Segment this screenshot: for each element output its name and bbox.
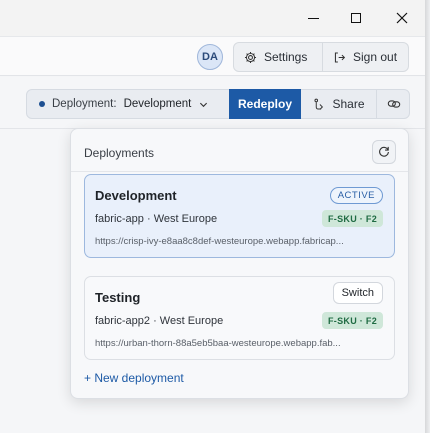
sign-out-icon xyxy=(334,52,346,62)
status-badge: ACTIVE xyxy=(329,187,383,204)
deployment-card-development[interactable]: Development ACTIVE fabric-app · West Eur… xyxy=(84,174,395,258)
deployment-url[interactable]: https://crisp-ivy-e8aa8c8def-westeurope.… xyxy=(95,236,385,247)
window-edge xyxy=(425,0,430,433)
settings-label: Settings xyxy=(264,50,308,64)
sku-badge: F-SKU · F2 xyxy=(322,312,383,329)
close-button[interactable] xyxy=(379,0,425,36)
sku-badge: F-SKU · F2 xyxy=(322,210,383,227)
panel-divider xyxy=(71,171,408,172)
refresh-button[interactable] xyxy=(372,140,396,164)
panel-title: Deployments xyxy=(84,146,155,160)
gear-icon xyxy=(244,51,257,63)
deployment-selector[interactable]: Deployment: Development xyxy=(27,90,228,118)
deployment-label: Deployment: xyxy=(52,98,117,110)
copy-link-button[interactable] xyxy=(378,90,410,118)
app-header: DA Settings Sign out xyxy=(0,36,425,76)
share-label: Share xyxy=(332,97,365,111)
avatar[interactable]: DA xyxy=(197,44,223,70)
sign-out-button[interactable]: Sign out xyxy=(323,42,409,72)
close-icon xyxy=(396,12,408,24)
refresh-icon xyxy=(379,146,389,157)
maximize-button[interactable] xyxy=(333,0,379,36)
deployment-app-region: fabric-app · West Europe xyxy=(95,213,218,225)
status-dot-icon xyxy=(39,101,45,107)
maximize-icon xyxy=(351,13,361,23)
deployment-name: Testing xyxy=(95,290,141,305)
deployment-url[interactable]: https://urban-thorn-88a5eb5baa-westeurop… xyxy=(95,338,385,349)
window-titlebar xyxy=(0,0,425,36)
deployment-card-testing[interactable]: Testing Switch fabric-app2 · West Europe… xyxy=(84,276,395,360)
sign-out-label: Sign out xyxy=(353,50,398,64)
switch-button[interactable]: Switch xyxy=(332,282,383,304)
deployment-toolbar: Deployment: Development Redeploy Share xyxy=(26,89,410,119)
new-deployment-link[interactable]: + New deployment xyxy=(84,371,184,385)
minimize-icon xyxy=(307,17,319,19)
deployment-name: Development xyxy=(95,188,177,203)
chevron-down-icon xyxy=(200,102,208,107)
deployment-value: Development xyxy=(123,98,192,110)
redeploy-button[interactable]: Redeploy xyxy=(229,89,301,119)
deployments-dropdown: Deployments Development ACTIVE fabric-ap… xyxy=(70,128,409,399)
minimize-button[interactable] xyxy=(290,0,336,36)
share-icon xyxy=(314,98,324,110)
link-icon xyxy=(387,100,401,108)
deployment-app-region: fabric-app2 · West Europe xyxy=(95,315,224,327)
share-button[interactable]: Share xyxy=(302,90,377,118)
settings-button[interactable]: Settings xyxy=(233,42,323,72)
